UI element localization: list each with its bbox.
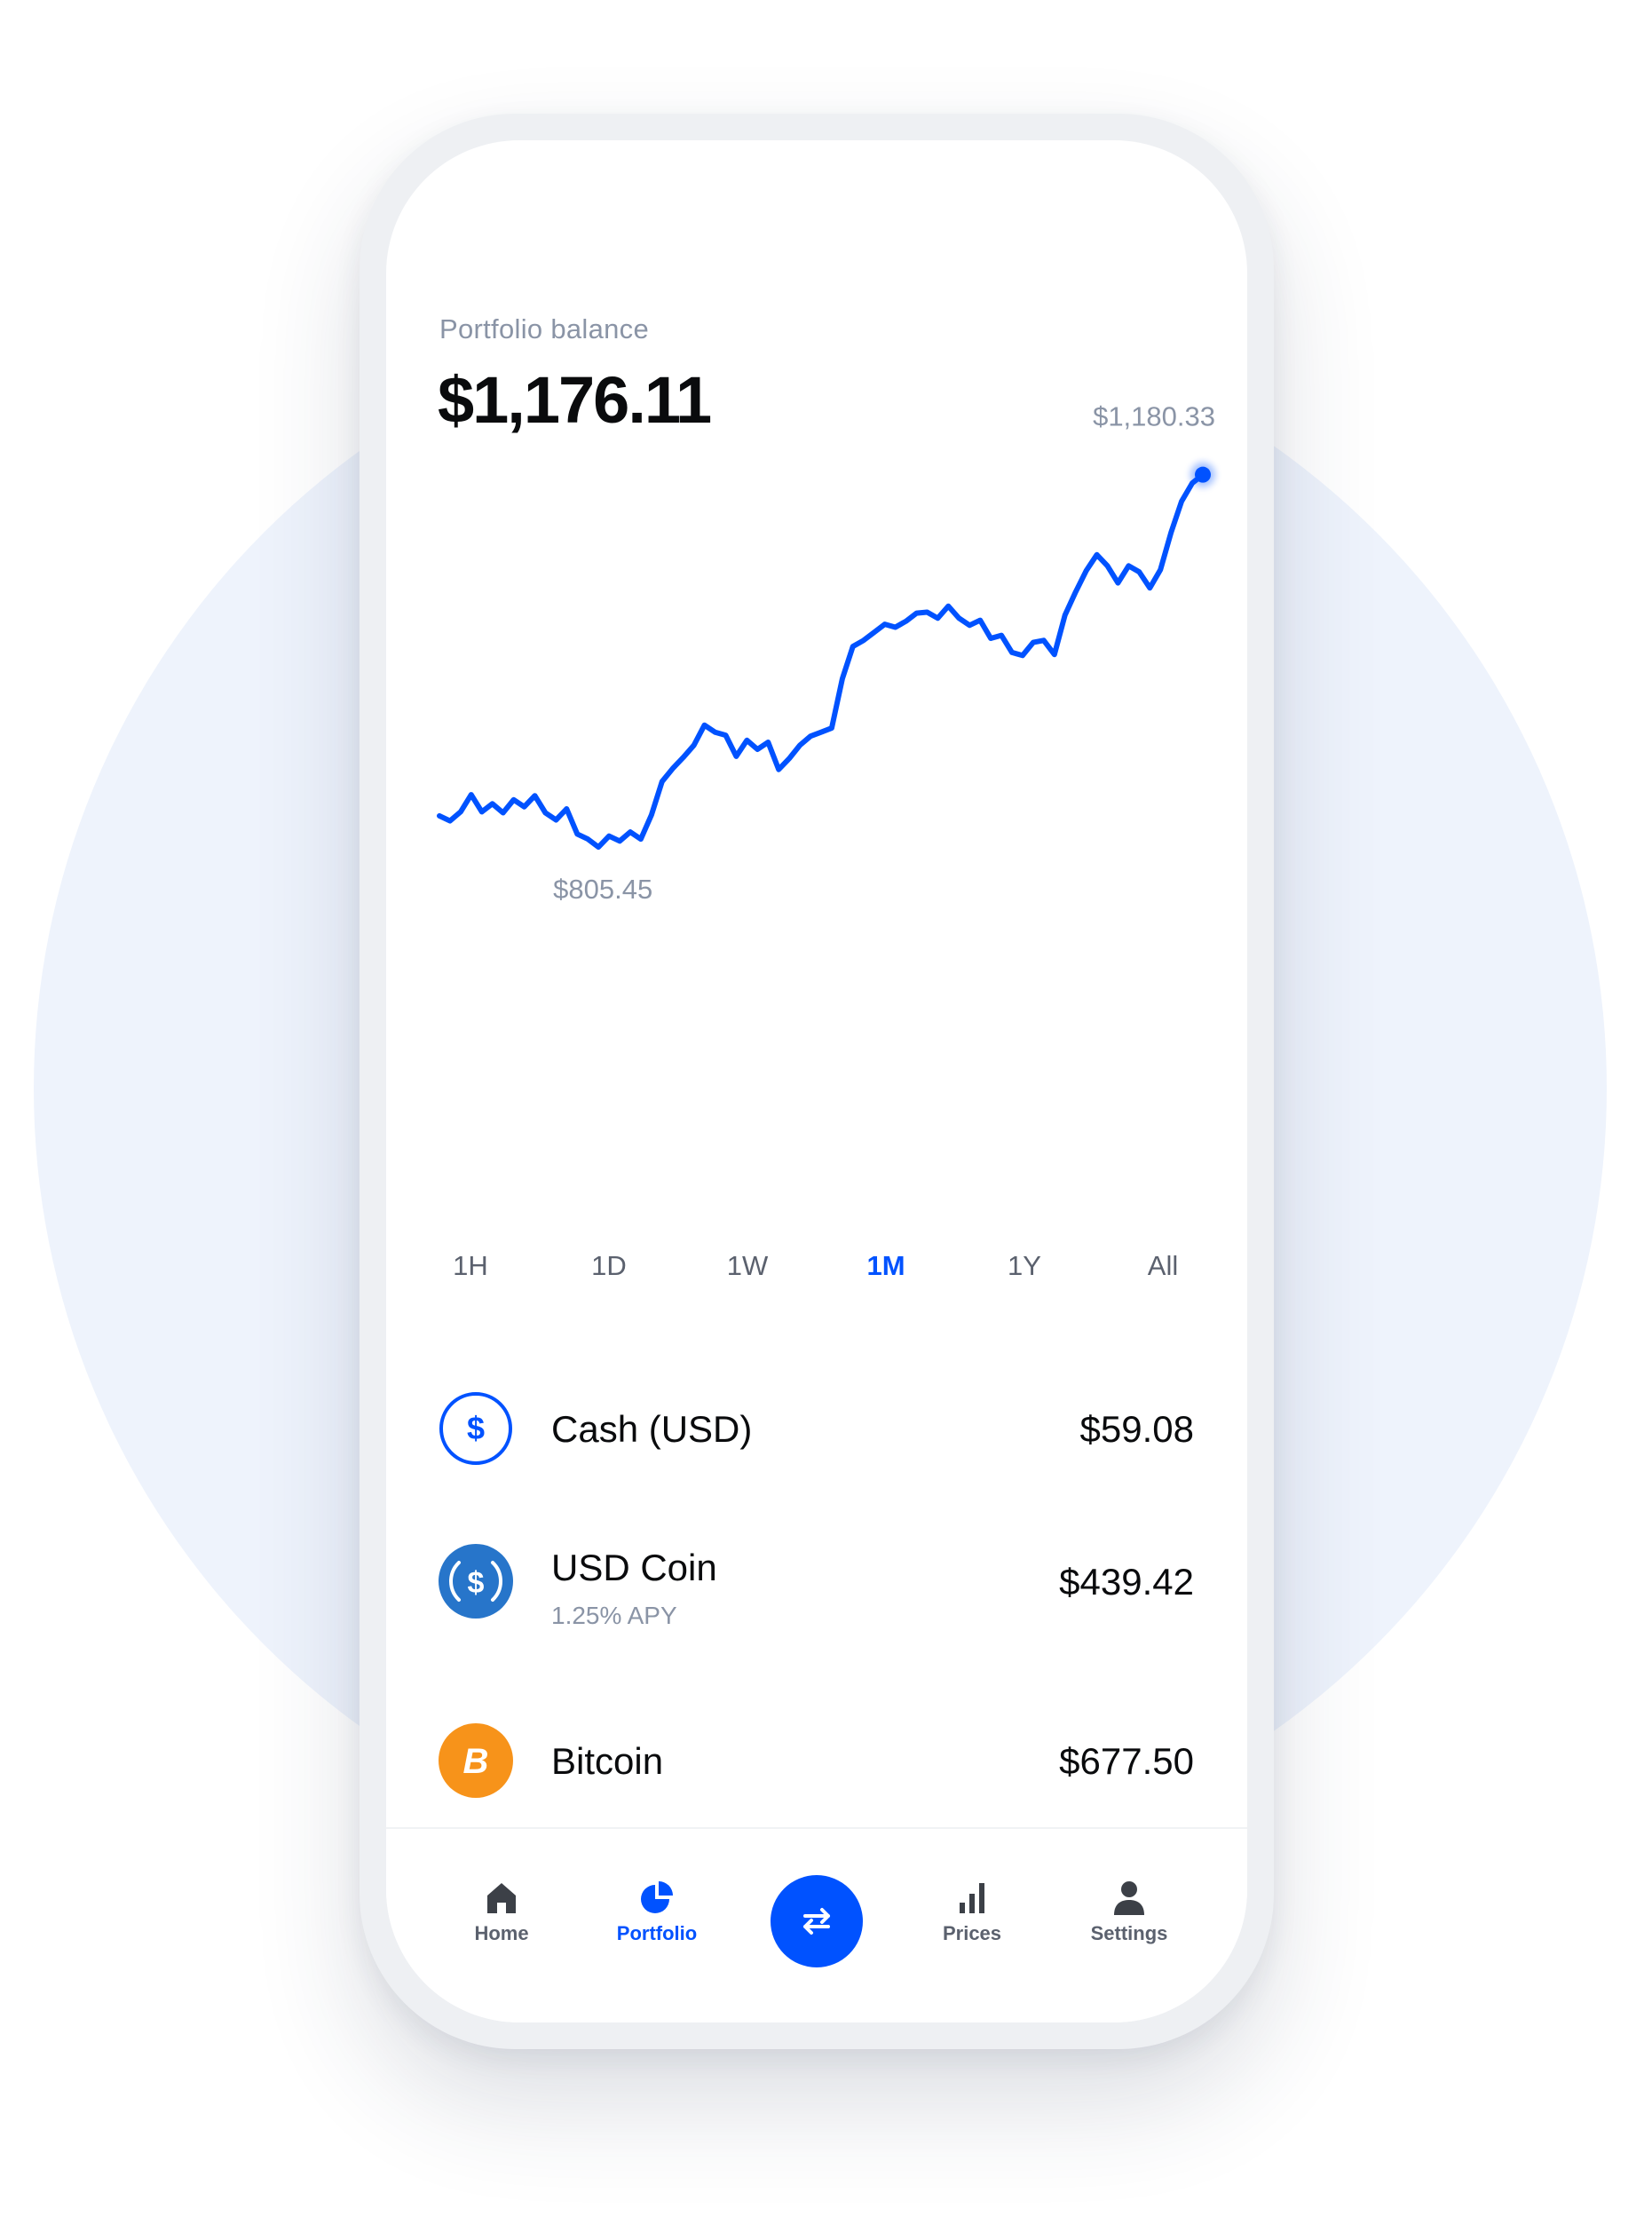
asset-row-usd-coin[interactable]: $ USD Coin 1.25% APY $439.42 [438, 1543, 1194, 1632]
home-icon [487, 1883, 516, 1913]
phone-screen: Portfolio balance $1,176.11 $1,180.33 $8… [386, 140, 1247, 2022]
nav-portfolio-label: Portfolio [616, 1922, 698, 1944]
pie-chart-icon [641, 1881, 673, 1913]
chart-current-point [1195, 466, 1211, 483]
bottom-navigation: Home Portfolio Prices Settings [386, 1827, 1247, 2022]
chart-series-line [437, 471, 1205, 851]
portfolio-chart: $1,180.33 $805.45 [437, 401, 1215, 905]
asset-value: $439.42 [1059, 1561, 1194, 1603]
range-1h[interactable]: 1H [413, 1250, 528, 1282]
nav-settings-label: Settings [1090, 1922, 1168, 1944]
usdc-icon: $ [439, 1544, 513, 1619]
bar-chart-icon [960, 1883, 984, 1913]
asset-value: $59.08 [1079, 1408, 1194, 1450]
asset-name: USD Coin [551, 1547, 717, 1588]
nav-portfolio[interactable]: Portfolio [595, 1878, 719, 1945]
asset-name: Cash (USD) [551, 1408, 753, 1450]
range-1y[interactable]: 1Y [967, 1250, 1082, 1282]
nav-home[interactable]: Home [439, 1878, 564, 1945]
svg-text:$: $ [468, 1566, 485, 1600]
asset-value: $677.50 [1059, 1740, 1194, 1782]
time-range-selector: 1H 1D 1W 1M 1Y All [413, 1250, 1221, 1282]
trade-button[interactable] [771, 1875, 863, 1967]
nav-prices[interactable]: Prices [910, 1878, 1034, 1945]
asset-row-bitcoin[interactable]: B Bitcoin $677.50 [438, 1722, 1194, 1811]
bitcoin-icon: B [439, 1723, 513, 1798]
usd-cash-icon: $ [439, 1392, 512, 1465]
nav-home-label: Home [474, 1922, 529, 1944]
asset-apy: 1.25% APY [551, 1602, 677, 1629]
chart-max-label: $1,180.33 [1093, 401, 1215, 432]
nav-settings[interactable]: Settings [1067, 1878, 1191, 1945]
swap-arrows-icon [803, 1908, 830, 1935]
range-1m[interactable]: 1M [828, 1250, 944, 1282]
nav-prices-label: Prices [942, 1922, 1002, 1944]
svg-text:$: $ [467, 1410, 485, 1446]
user-icon [1114, 1881, 1144, 1915]
range-all[interactable]: All [1105, 1250, 1221, 1282]
chart-min-label: $805.45 [553, 874, 652, 905]
range-1d[interactable]: 1D [551, 1250, 667, 1282]
svg-text:B: B [463, 1742, 489, 1781]
asset-row-cash[interactable]: $ Cash (USD) $59.08 [438, 1390, 1194, 1479]
range-1w[interactable]: 1W [690, 1250, 805, 1282]
phone-frame: Portfolio balance $1,176.11 $1,180.33 $8… [360, 114, 1274, 2049]
asset-name: Bitcoin [551, 1740, 664, 1782]
